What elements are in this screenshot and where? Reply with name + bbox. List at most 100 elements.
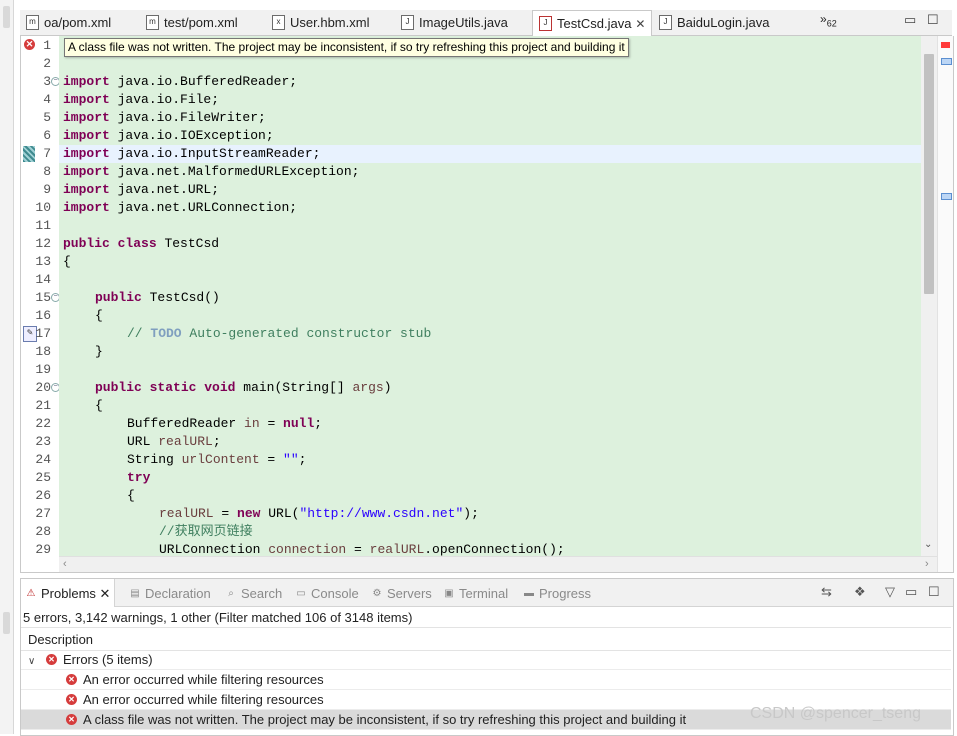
horizontal-scrollbar[interactable]: ‹ › <box>59 556 937 572</box>
chevron-down-icon[interactable]: ∨ <box>28 652 38 671</box>
declaration-icon: ▤ <box>130 587 140 599</box>
line-number: 8 <box>43 164 51 179</box>
code-editor[interactable]: ✕ ✎ 1 2 3 4 5 6 7 8 9 10 11 12 13 14 15 16 17 18 19 20 21 22 2… <box>20 36 954 573</box>
watermark: CSDN @spencer_tseng <box>750 705 921 722</box>
line-number: 24 <box>35 452 51 467</box>
close-icon[interactable]: ✕ <box>635 17 645 31</box>
code-line: import java.io.File; <box>63 92 220 107</box>
tab-label: TestCsd.java <box>557 16 632 31</box>
tab-search[interactable]: ⌕ Search <box>225 579 282 606</box>
occurrence-marker[interactable] <box>941 58 952 65</box>
code-line: import java.io.FileWriter; <box>63 110 266 125</box>
tab-label: User.hbm.xml <box>290 15 370 30</box>
view-menu-icon[interactable]: ▽ <box>885 584 895 600</box>
left-trim-bar <box>0 0 14 734</box>
code-line: URLConnection connection = realURL.openC… <box>159 542 565 556</box>
code-line: public TestCsd() <box>95 290 220 305</box>
line-number: 2 <box>43 56 51 71</box>
tab-test-pom[interactable]: m test/pom.xml <box>146 10 238 35</box>
view-tab-bar: ⚠ Problems ✕ ▤ Declaration ⌕ Search ▭ Consol… <box>21 579 953 607</box>
occurrence-marker[interactable] <box>941 193 952 200</box>
line-number-gutter: ✕ ✎ 1 2 3 4 5 6 7 8 9 10 11 12 13 14 15 16 17 18 19 20 21 22 2… <box>21 36 60 557</box>
tab-overflow-button[interactable]: »62 <box>820 12 837 28</box>
search-icon: ⌕ <box>228 587 234 599</box>
tab-progress[interactable]: ▬ Progress <box>523 579 591 606</box>
code-text-area[interactable]: import java.io.BufferedReader; import ja… <box>59 36 921 556</box>
tab-console[interactable]: ▭ Console <box>295 579 358 606</box>
line-number: 3 <box>43 74 51 89</box>
code-line: realURL = new URL("http://www.csdn.net")… <box>159 506 479 521</box>
line-number: 16 <box>35 308 51 323</box>
line-number: 1 <box>43 38 51 53</box>
code-line: String urlContent = ""; <box>127 452 307 467</box>
code-line: import java.io.BufferedReader; <box>63 74 298 89</box>
vertical-scrollbar[interactable]: ⌄ <box>921 36 937 556</box>
code-line: { <box>63 254 71 269</box>
java-file-icon: J <box>401 15 414 31</box>
tab-label: BaiduLogin.java <box>677 15 770 30</box>
error-tooltip: A class file was not written. The projec… <box>64 38 629 57</box>
line-number: 9 <box>43 182 51 197</box>
line-number: 14 <box>35 272 51 287</box>
minimize-icon[interactable]: ▭ <box>904 12 916 28</box>
code-line: public class TestCsd <box>63 236 220 251</box>
code-line: //获取网页链接 <box>159 524 253 539</box>
line-number: 21 <box>35 398 51 413</box>
chevron-right-icon[interactable]: › <box>925 558 929 570</box>
line-number: 4 <box>43 92 51 107</box>
tab-declaration[interactable]: ▤ Declaration <box>129 579 211 606</box>
line-number: 11 <box>35 218 51 233</box>
trim-handle[interactable] <box>3 612 10 634</box>
error-icon: ✕ <box>66 694 77 706</box>
line-number: 17 <box>35 326 51 341</box>
line-number: 6 <box>43 128 51 143</box>
tab-servers[interactable]: ⚙ Servers <box>371 579 432 606</box>
tab-oa-pom[interactable]: m oa/pom.xml <box>26 10 111 35</box>
chevron-down-icon[interactable]: ⌄ <box>924 539 932 550</box>
line-number: 20 <box>35 380 51 395</box>
tab-terminal[interactable]: ▣ Terminal <box>443 579 508 606</box>
error-icon[interactable]: ✕ <box>24 39 35 50</box>
line-number: 15 <box>35 290 51 305</box>
chevron-left-icon[interactable]: ‹ <box>63 558 67 570</box>
configure-contents-icon[interactable]: ❖ <box>854 584 866 600</box>
tab-testcsd[interactable]: J TestCsd.java ✕ <box>532 10 653 37</box>
tab-user-hbm[interactable]: x User.hbm.xml <box>272 10 369 35</box>
code-line: URL realURL; <box>127 434 221 449</box>
line-number: 22 <box>35 416 51 431</box>
tab-label: test/pom.xml <box>164 15 238 30</box>
line-number: 25 <box>35 470 51 485</box>
line-number: 19 <box>35 362 51 377</box>
code-line: import java.io.InputStreamReader; <box>63 146 321 161</box>
tab-problems[interactable]: ⚠ Problems ✕ <box>21 579 116 607</box>
overflow-count: 62 <box>826 18 837 29</box>
maximize-icon[interactable]: ☐ <box>927 12 939 28</box>
line-number: 12 <box>35 236 51 251</box>
scrollbar-thumb[interactable] <box>924 54 934 294</box>
errors-group-row[interactable]: ∨ ✕ Errors (5 items) <box>21 650 951 670</box>
tab-label: ImageUtils.java <box>419 15 508 30</box>
focus-on-active-task-icon[interactable]: ⇆ <box>821 584 832 600</box>
error-icon: ✕ <box>66 714 77 726</box>
maven-file-icon: m <box>146 15 159 31</box>
line-number: 29 <box>35 542 51 557</box>
minimize-icon[interactable]: ▭ <box>905 584 917 600</box>
overview-ruler[interactable] <box>937 36 953 572</box>
maximize-icon[interactable]: ☐ <box>928 584 940 600</box>
problems-summary: 5 errors, 3,142 warnings, 1 other (Filte… <box>23 610 413 625</box>
code-line: { <box>95 308 103 323</box>
code-line: import java.net.MalformedURLException; <box>63 164 360 179</box>
chevron-right-icon: » <box>820 12 827 26</box>
change-marker <box>23 146 35 162</box>
java-error-file-icon: J <box>539 16 552 32</box>
trim-handle[interactable] <box>3 6 10 28</box>
close-icon[interactable]: ✕ <box>100 586 111 601</box>
tab-baidulogin[interactable]: J BaiduLogin.java <box>659 10 770 35</box>
description-column-header[interactable]: Description <box>21 627 951 651</box>
code-line: { <box>127 488 135 503</box>
error-marker[interactable] <box>941 42 950 48</box>
xml-file-icon: x <box>272 15 285 31</box>
tab-imageutils[interactable]: J ImageUtils.java <box>401 10 508 35</box>
problem-row[interactable]: ✕ An error occurred while filtering resou… <box>21 670 951 690</box>
code-line: public static void main(String[] args) <box>95 380 392 395</box>
